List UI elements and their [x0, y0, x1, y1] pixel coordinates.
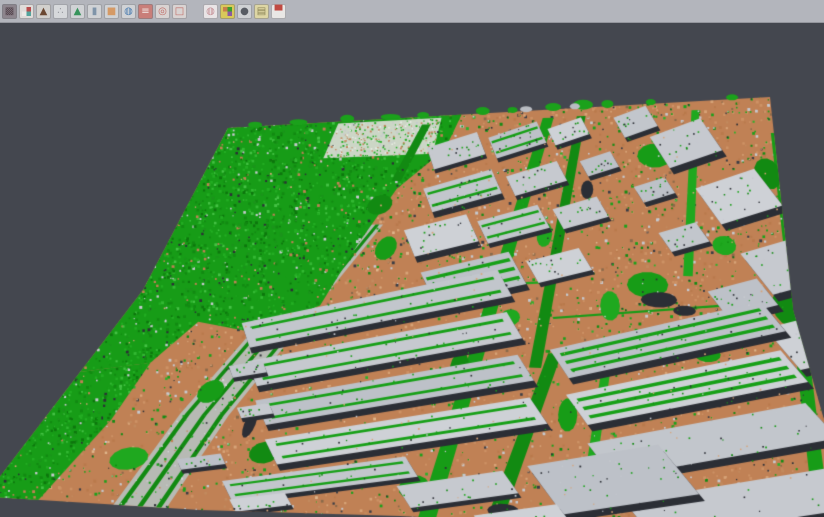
texture-map-icon: ▩ — [5, 5, 14, 18]
classification-colors-button[interactable] — [220, 4, 235, 19]
dark-sphere-button[interactable]: ● — [237, 4, 252, 19]
toolbar: ▩ ▲ ∴ ▲ ▮ ■ ◍ ≡ ◎ □ ◍ ● ▤ ▀ — [0, 0, 824, 23]
profile-bar-icon: ▮ — [92, 5, 98, 18]
profile-bar-button[interactable]: ▮ — [87, 4, 102, 19]
orthophoto-button[interactable]: ■ — [104, 4, 119, 19]
target-circle-button[interactable]: ◎ — [155, 4, 170, 19]
layers-button[interactable]: ≡ — [138, 4, 153, 19]
mask-circle-button[interactable]: ◍ — [203, 4, 218, 19]
measure-report-button[interactable]: ▤ — [254, 4, 269, 19]
measure-report-icon: ▤ — [257, 5, 266, 18]
bounding-box-button[interactable]: □ — [172, 4, 187, 19]
orthophoto-icon: ■ — [107, 5, 116, 18]
sparse-points-icon: ∴ — [57, 5, 63, 18]
target-circle-icon: ◎ — [158, 5, 167, 18]
mask-circle-icon: ◍ — [206, 5, 215, 18]
stop-flag-button[interactable]: ▀ — [271, 4, 286, 19]
terrain-button[interactable]: ▲ — [70, 4, 85, 19]
globe-button[interactable]: ◍ — [121, 4, 136, 19]
point-cloud-render[interactable] — [0, 23, 824, 517]
stop-flag-icon: ▀ — [275, 5, 283, 18]
dark-sphere-icon: ● — [240, 5, 249, 18]
texture-map-button[interactable]: ▩ — [2, 4, 17, 19]
classification-colors-icon — [223, 7, 232, 16]
segment-points-icon — [22, 7, 31, 16]
globe-icon: ◍ — [124, 5, 133, 18]
sparse-points-button[interactable]: ∴ — [53, 4, 68, 19]
bounding-box-icon: □ — [175, 5, 184, 18]
viewport-3d — [0, 23, 824, 517]
app-window: ▩ ▲ ∴ ▲ ▮ ■ ◍ ≡ ◎ □ ◍ ● ▤ ▀ — [0, 0, 824, 517]
terrain-icon: ▲ — [74, 5, 82, 18]
segment-points-button[interactable] — [19, 4, 34, 19]
dem-hill-icon: ▲ — [40, 5, 48, 18]
dem-hill-button[interactable]: ▲ — [36, 4, 51, 19]
layers-icon: ≡ — [141, 5, 149, 18]
